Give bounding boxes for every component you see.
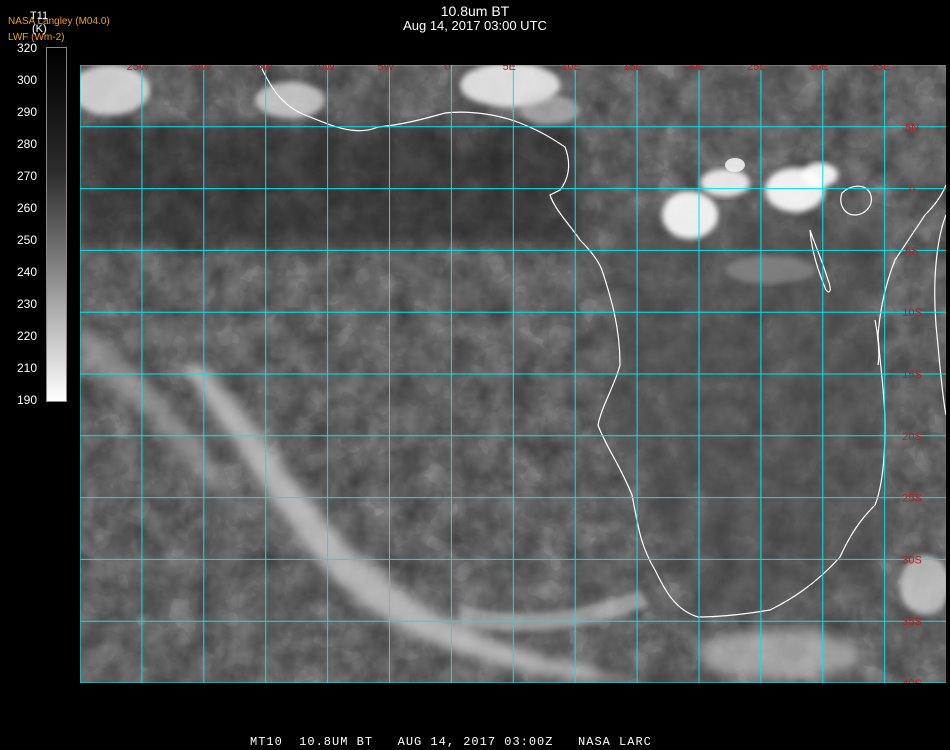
latitude-label: 5N [905, 122, 919, 134]
latitude-label: 25S [902, 493, 922, 505]
colorbar-tick: 260 [17, 201, 38, 215]
longitude-label: 15W [250, 65, 273, 73]
latitude-label: 15S [902, 369, 922, 381]
latitude-label: 35S [902, 616, 922, 628]
colorbar-tick: 220 [17, 329, 38, 343]
longitude-label: 20E [685, 65, 705, 73]
colorbar-tick: 300 [17, 73, 38, 87]
colorbar-tick: 210 [17, 361, 38, 375]
credit-producer: NASA Langley (M04.0) [8, 16, 110, 27]
longitude-label: 5E [503, 65, 516, 73]
latitude-label: 10S [902, 307, 922, 319]
image-title: 10.8um BT [440, 3, 510, 19]
longitude-label: 15E [623, 65, 643, 73]
colorbar-tick: 280 [17, 137, 38, 151]
map-svg: 25W 20W 15W 10W 5W 0 5E 10E 15E 20E 25E 30E 35E 5N 0 5S… [80, 65, 946, 683]
colorbar-tick: 230 [17, 297, 38, 311]
latitude-label: 0 [909, 184, 915, 196]
colorbar: 320 300 290 280 270 260 250 240 230 220 … [17, 41, 67, 407]
longitude-label: 5W [377, 65, 394, 73]
colorbar-tick: 320 [17, 41, 38, 55]
colorbar-tick: 250 [17, 233, 38, 247]
image-datetime: Aug 14, 2017 03:00 UTC [403, 18, 547, 33]
longitude-label: 10W [312, 65, 335, 73]
satellite-map[interactable]: 25W 20W 15W 10W 5W 0 5E 10E 15E 20E 25E 30E 35E 5N 0 5S… [80, 65, 946, 683]
latitude-label: 5S [905, 245, 918, 257]
longitude-label: 0 [444, 65, 450, 73]
longitude-label: 20W [188, 65, 211, 73]
longitude-label: 25E [747, 65, 767, 73]
longitude-label: 35E [871, 65, 891, 73]
colorbar-label: T11 [30, 10, 49, 22]
colorbar-tick: 290 [17, 105, 38, 119]
longitude-label: 30E [809, 65, 829, 73]
footer-caption: MT10 10.8UM BT AUG 14, 2017 03:00Z NASA … [250, 735, 652, 749]
colorbar-gradient [47, 48, 66, 401]
latitude-label: 30S [902, 554, 922, 566]
colorbar-tick: 240 [17, 265, 38, 279]
colorbar-tick: 190 [17, 393, 38, 407]
longitude-label: 10E [561, 65, 581, 73]
colorbar-tick: 270 [17, 169, 38, 183]
longitude-label: 25W [127, 65, 150, 73]
colorbar-unit: (K) [32, 23, 47, 35]
latitude-label: 40S [902, 678, 922, 683]
latitude-label: 20S [902, 431, 922, 443]
